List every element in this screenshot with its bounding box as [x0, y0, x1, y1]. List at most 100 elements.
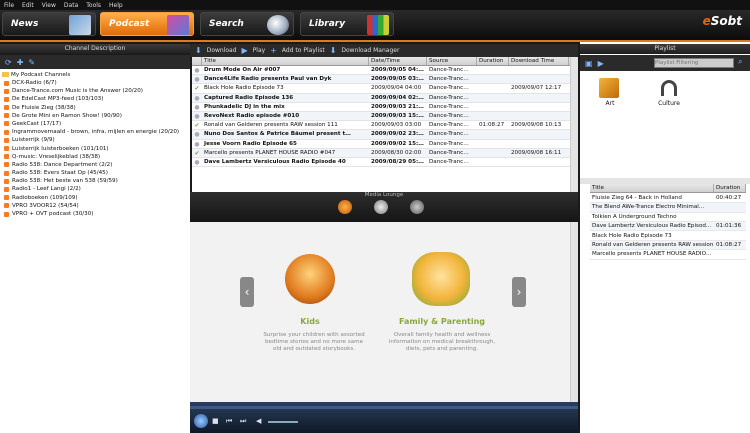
volume-icon[interactable]: ◀ — [256, 417, 261, 425]
playlist-item-duration — [714, 203, 746, 211]
channel-label: DCX-Radio (6/7) — [12, 80, 57, 86]
play-pause-button[interactable] — [194, 414, 208, 428]
col-date[interactable]: Date/Time — [369, 57, 427, 65]
channel-item[interactable]: De EdelCast MP3-feed (103/103) — [0, 95, 190, 103]
channel-item[interactable]: Dance-Trance.com Music is the Answer (20… — [0, 87, 190, 95]
tab-news-label: News — [11, 19, 39, 29]
tab-library[interactable]: Library — [300, 12, 394, 36]
playlist-row[interactable]: Ronald van Gelderen presents RAW session… — [590, 241, 746, 251]
guide-speaker-icon[interactable] — [410, 200, 424, 214]
playlist-row[interactable]: Fluisie Zieg 64 - Back in Holland 00:40:2… — [590, 194, 746, 204]
channel-item[interactable]: Q-music: Vreselijkeblad (38/38) — [0, 153, 190, 161]
downloaded-check-icon: ✔ — [194, 149, 200, 157]
episode-download-time — [509, 103, 569, 111]
col-download-time[interactable]: Download Time — [509, 57, 569, 65]
tab-podcast[interactable]: Podcast — [100, 12, 194, 36]
next-icon[interactable]: ⏭ — [240, 417, 246, 426]
menu-help[interactable]: Help — [109, 2, 123, 9]
playlist-item-duration: 01:08:27 — [716, 242, 742, 248]
channel-root[interactable]: My Podcast Channels — [0, 71, 190, 79]
episode-source: Dance-Tranc… — [429, 112, 469, 119]
channel-item[interactable]: De Grote Mini en Ramon Show! (90/90) — [0, 112, 190, 120]
seek-bar[interactable] — [190, 406, 578, 409]
playlist-row[interactable]: Tolkien A Underground Techno — [590, 213, 746, 222]
channel-item[interactable]: VPRO 3VOOR12 (54/54) — [0, 202, 190, 210]
add-to-playlist-button[interactable]: Add to Playlist — [282, 47, 325, 54]
channel-item[interactable]: GeekCast (17/17) — [0, 120, 190, 128]
channel-item[interactable]: De Fluisie Zieg (38/38) — [0, 104, 190, 112]
art-category-icon[interactable] — [599, 78, 619, 98]
menu-tools[interactable]: Tools — [86, 2, 101, 9]
news-thumbnail-icon — [69, 15, 91, 35]
playlist-row[interactable]: Marcello presents PLANET HOUSE RADIO… — [590, 250, 746, 260]
episode-row[interactable]: ● Jesse Voorn Radio Episode 65 2009/09/02 … — [192, 140, 578, 149]
previous-icon[interactable]: ⏮ — [226, 417, 232, 426]
playlist-play-icon[interactable]: ▶ — [598, 59, 604, 68]
refresh-icon[interactable]: ⟳ — [5, 58, 12, 67]
episode-row[interactable]: ✔ Black Hole Radio Episode 73 2009/09/04 0… — [192, 84, 578, 94]
channel-item[interactable]: Radioboeken (109/109) — [0, 194, 190, 202]
episode-row[interactable]: ✔ Marcello presents PLANET HOUSE RADIO #0… — [192, 148, 578, 158]
episode-row[interactable]: ● Nuno Dos Santos & Patrice Bäumel presen… — [192, 130, 578, 140]
guide-prev-arrow[interactable]: ‹ — [240, 277, 254, 307]
new-episode-icon: ● — [194, 103, 200, 111]
category-family-parenting[interactable]: Family & Parenting — [386, 317, 498, 326]
guide-podcast-icon[interactable] — [338, 200, 352, 214]
episode-row[interactable]: ● Dance4Life Radio presents Paul van Dyk 2… — [192, 75, 578, 85]
tab-news[interactable]: News — [2, 12, 96, 36]
col-source[interactable]: Source — [427, 57, 477, 65]
channel-item[interactable]: Ingrammovernaald - brown, infra, mijlen … — [0, 128, 190, 136]
guide-scrollbar[interactable] — [570, 222, 578, 402]
stop-icon[interactable]: ■ — [212, 417, 219, 425]
episode-row[interactable]: ● Dave Lambertz Versiculous Radio Episode… — [192, 158, 578, 168]
episode-row[interactable]: ● RevoNext Radio episode #010 2009/09/03 1… — [192, 111, 578, 122]
status-column-header[interactable] — [192, 57, 202, 65]
download-button[interactable]: Download — [207, 47, 237, 54]
channel-item[interactable]: Radio 538: Het beste van 538 (59/59) — [0, 177, 190, 185]
volume-slider[interactable] — [268, 421, 298, 423]
category-kids[interactable]: Kids — [260, 317, 360, 326]
col-title[interactable]: Title — [202, 57, 369, 65]
playlist-item-title: Ronald van Gelderen presents RAW session… — [592, 242, 714, 248]
episode-row[interactable]: ● Phunkadelic DJ in the mix 2009/09/03 21:… — [192, 103, 578, 112]
playlist-folder-icon[interactable]: ▣ — [585, 59, 593, 68]
download-manager-button[interactable]: Download Manager — [341, 47, 399, 54]
menu-view[interactable]: View — [42, 2, 56, 9]
playlist-row[interactable]: The Blend AWe-Trance Electro Minimal… — [590, 203, 746, 213]
channel-item[interactable]: Luisterrijk (9/9) — [0, 136, 190, 144]
channel-item[interactable]: Luisterrijk luisterboeken (101/101) — [0, 145, 190, 153]
menu-file[interactable]: File — [4, 2, 14, 9]
playlist-filter-input[interactable] — [654, 58, 734, 68]
episode-status: ✔ — [192, 149, 202, 157]
tab-search[interactable]: Search — [200, 12, 294, 36]
channel-item[interactable]: VPRO + OVT podcast (30/30) — [0, 210, 190, 218]
channel-item[interactable]: Radio1 - Leef Langi (2/2) — [0, 185, 190, 193]
rss-feed-icon — [4, 113, 9, 119]
episode-status: ● — [192, 130, 202, 138]
col-duration[interactable]: Duration — [477, 57, 509, 65]
playlist-row[interactable]: Black Hole Radio Episode 73 — [590, 232, 746, 241]
menu-data[interactable]: Data — [64, 2, 78, 9]
menu-edit[interactable]: Edit — [22, 2, 34, 9]
play-button[interactable]: Play — [253, 47, 266, 54]
edit-icon[interactable]: ✎ — [28, 58, 35, 67]
episode-duration — [477, 149, 509, 157]
channel-item[interactable]: DCX-Radio (6/7) — [0, 79, 190, 87]
episode-title: Black Hole Radio Episode 73 — [204, 85, 284, 92]
episode-row[interactable]: ● Captured Radio Episode 136 2009/09/04 02… — [192, 93, 578, 103]
episode-row[interactable]: ✔ Ronald van Gelderen presents RAW sessio… — [192, 121, 578, 131]
play-icon: ▶ — [241, 46, 248, 55]
channel-item[interactable]: Radio 538: Dance Department (2/2) — [0, 161, 190, 169]
episode-scrollbar[interactable] — [570, 57, 578, 192]
playlist-col-title[interactable]: Title — [590, 184, 714, 192]
playlist-row[interactable]: Dave Lambertz Versiculous Radio Episod… 0… — [590, 222, 746, 232]
playlist-panel-header: Playlist — [580, 44, 750, 54]
search-icon[interactable]: ⌕ — [738, 57, 742, 67]
add-channel-icon[interactable]: ✚ — [17, 58, 24, 67]
channel-item[interactable]: Radio 538: Evers Staat Op (45/45) — [0, 169, 190, 177]
playlist-col-duration[interactable]: Duration — [714, 184, 746, 192]
culture-headphones-icon[interactable] — [661, 80, 677, 96]
guide-next-arrow[interactable]: › — [512, 277, 526, 307]
episode-row[interactable]: ● Drum Mode On Air #007 2009/09/05 04:… Dan… — [192, 66, 578, 76]
guide-globe-icon[interactable] — [374, 200, 388, 214]
